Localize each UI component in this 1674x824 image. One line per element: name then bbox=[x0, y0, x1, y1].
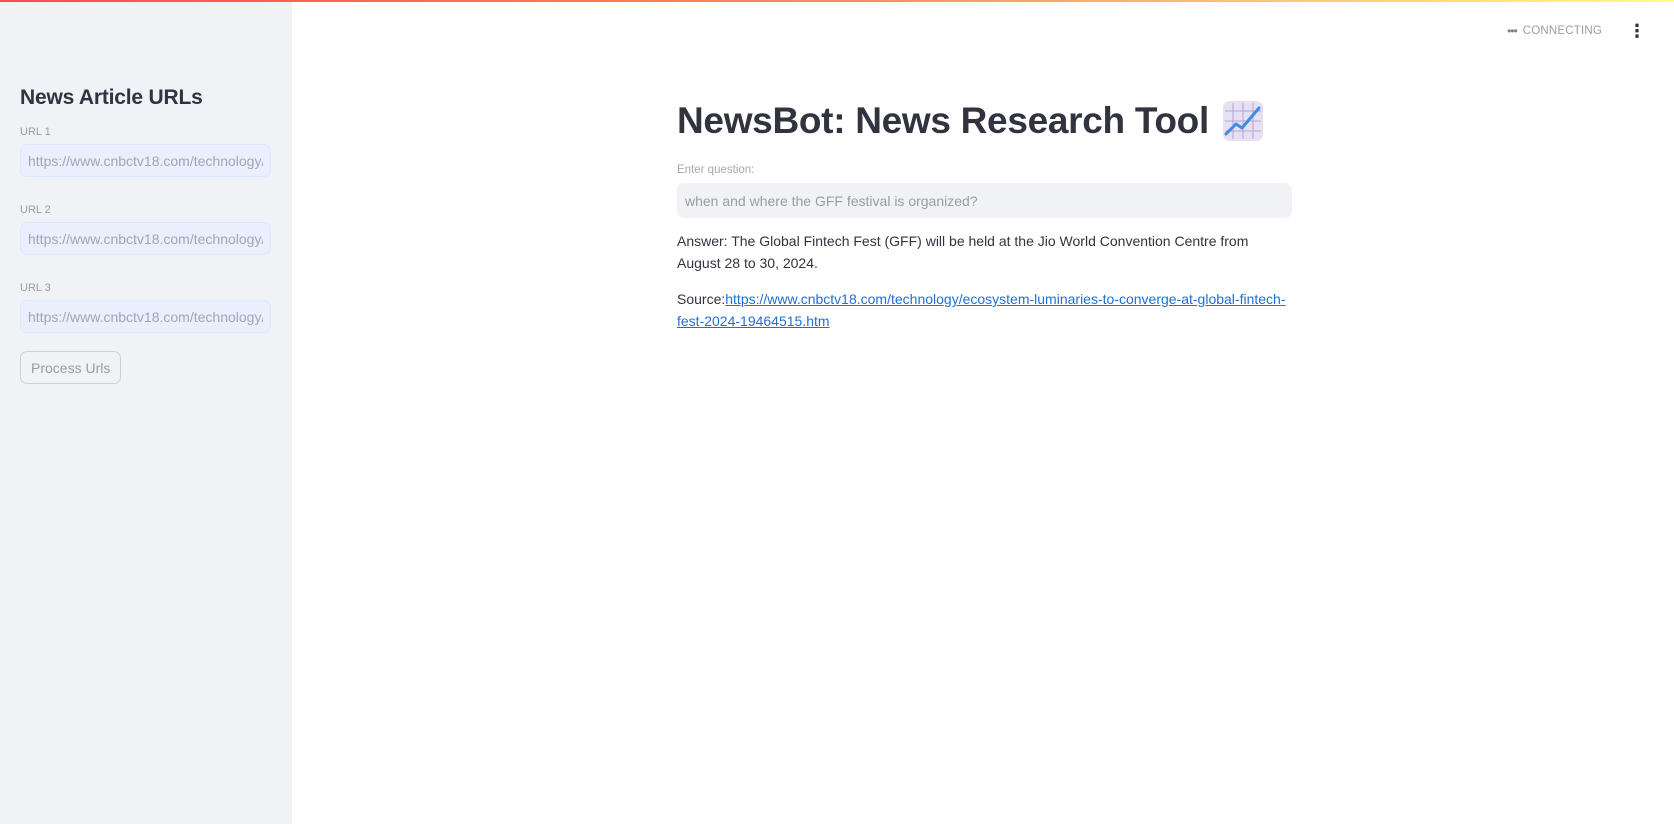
url-1-input[interactable] bbox=[20, 144, 271, 177]
more-horizontal-icon: ••• bbox=[1507, 24, 1518, 38]
url-3-input[interactable] bbox=[20, 300, 271, 333]
kebab-menu-icon[interactable]: ⋮ bbox=[1628, 22, 1646, 40]
url-2-input[interactable] bbox=[20, 222, 271, 255]
process-urls-button[interactable]: Process Urls bbox=[20, 351, 122, 384]
question-label: Enter question: bbox=[677, 164, 755, 176]
top-decoration-bar bbox=[0, 0, 1674, 2]
status-text: CONNECTING bbox=[1522, 25, 1602, 37]
chart-increasing-icon bbox=[1222, 101, 1263, 141]
page-title: NewsBot: News Research Tool bbox=[677, 100, 1209, 141]
url-1-label: URL 1 bbox=[20, 126, 51, 138]
source-line: Source:https://www.cnbctv18.com/technolo… bbox=[677, 288, 1292, 332]
url-2-label: URL 2 bbox=[20, 204, 51, 216]
main-content: NewsBot: News Research Tool Enter questi… bbox=[677, 100, 1292, 332]
sidebar-heading: News Article URLs bbox=[20, 86, 203, 109]
connection-status: ••• CONNECTING bbox=[1507, 24, 1602, 38]
source-prefix: Source: bbox=[677, 291, 726, 307]
question-input[interactable] bbox=[677, 183, 1292, 218]
answer-text: Answer: The Global Fintech Fest (GFF) wi… bbox=[677, 233, 1249, 271]
sidebar: News Article URLs URL 1 URL 2 URL 3 Proc… bbox=[0, 0, 292, 824]
source-link[interactable]: https://www.cnbctv18.com/technology/ecos… bbox=[677, 291, 1286, 329]
url-3-label: URL 3 bbox=[20, 282, 51, 294]
header-toolbar: ••• CONNECTING ⋮ bbox=[1507, 22, 1646, 40]
